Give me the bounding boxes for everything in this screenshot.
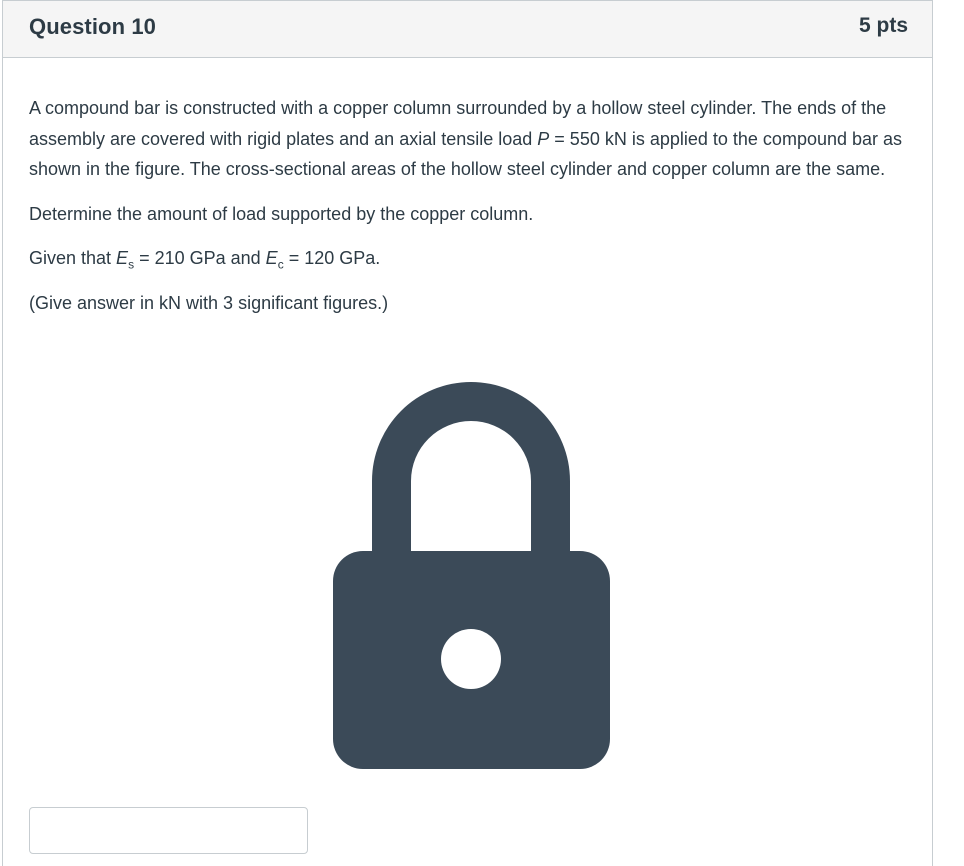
given-values: Given that Es = 210 GPa and Ec = 120 GPa… (29, 243, 909, 274)
question-header: Question 10 5 pts (3, 1, 932, 58)
given-prefix: Given that (29, 248, 117, 268)
answer-input[interactable] (29, 807, 308, 854)
figure-placeholder (331, 381, 611, 771)
question-points: 5 pts (858, 14, 908, 37)
es-variable: E (116, 248, 129, 268)
answer-instructions: (Give answer in kN with 3 significant fi… (29, 292, 389, 313)
load-variable: P (537, 128, 550, 149)
keyhole (441, 629, 501, 689)
question-text: A compound bar is constructed with a cop… (29, 93, 909, 332)
lock-shackle (372, 382, 570, 551)
ec-value: = 120 GPa. (283, 248, 381, 268)
ec-variable: E (265, 248, 278, 268)
question-card: Question 10 5 pts A compound bar is cons… (2, 0, 933, 866)
question-title: Question 10 (29, 14, 157, 39)
lock-icon (333, 382, 610, 769)
es-value: = 210 GPa and (134, 248, 266, 268)
problem-statement: A compound bar is constructed with a cop… (29, 93, 909, 185)
task-statement: Determine the amount of load supported b… (29, 203, 534, 224)
